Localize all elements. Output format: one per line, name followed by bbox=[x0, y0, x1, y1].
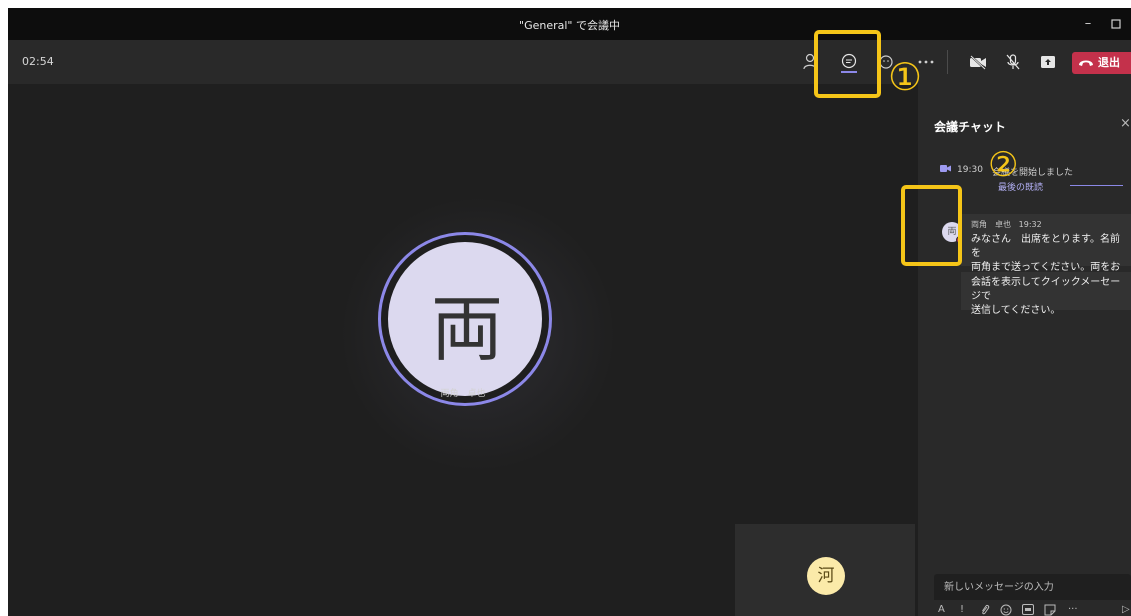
message-avatar-highlight bbox=[901, 185, 962, 266]
chat-message-continued[interactable]: 会話を表示してクイックメーセージで 送信してください。 bbox=[961, 272, 1131, 316]
self-video-tile[interactable]: 河 bbox=[735, 524, 915, 616]
message-time: 19:32 bbox=[1018, 220, 1042, 229]
minimize-button[interactable]: – bbox=[1078, 14, 1098, 34]
close-icon[interactable]: × bbox=[1120, 116, 1131, 131]
compose-toolbar: A ! ··· ▷ bbox=[938, 604, 1131, 616]
participant-avatar-initial: 両 bbox=[430, 287, 503, 371]
speaker-ring: 両 bbox=[378, 232, 552, 406]
camera-off-icon[interactable] bbox=[966, 50, 990, 74]
meeting-toolbar: 02:54 退出 bbox=[8, 40, 1131, 84]
chat-panel-title: 会議チャット bbox=[934, 120, 1006, 134]
share-screen-icon[interactable] bbox=[1036, 50, 1060, 74]
participant-name: 両角 卓也 bbox=[440, 389, 486, 399]
leave-button[interactable]: 退出 bbox=[1072, 52, 1131, 74]
message-input[interactable] bbox=[934, 574, 1131, 600]
message-sender: 両角 卓也 bbox=[971, 220, 1011, 229]
annotation-marker-1: ① bbox=[888, 55, 923, 99]
chat-button-highlight bbox=[814, 30, 881, 98]
video-stage: 両 両角 卓也 河 bbox=[8, 84, 918, 616]
meeting-chat-panel: 会議チャット × 19:30 会議を開始しました 最後の既読 両 両角 卓也 1… bbox=[918, 84, 1131, 616]
message-line: 送信してください。 bbox=[971, 305, 1061, 316]
attach-icon[interactable] bbox=[980, 604, 990, 616]
message-line: みなさん 出席をとります。名前を bbox=[971, 234, 1120, 259]
important-icon[interactable]: ! bbox=[960, 604, 964, 616]
title-bar: "General" で会議中 – bbox=[8, 8, 1131, 40]
video-event-icon bbox=[940, 165, 951, 172]
last-read-line bbox=[1070, 185, 1123, 186]
maximize-button[interactable] bbox=[1106, 14, 1126, 34]
event-time: 19:30 bbox=[957, 165, 983, 175]
annotation-marker-2: ② bbox=[988, 145, 1019, 185]
leave-label: 退出 bbox=[1098, 56, 1120, 69]
message-line: 会話を表示してクイックメーセージで bbox=[971, 277, 1121, 302]
self-avatar: 河 bbox=[807, 557, 845, 595]
format-icon[interactable]: A bbox=[938, 604, 945, 616]
teams-meeting-window: "General" で会議中 – 02:54 退出 両 両角 卓也 河 会議チャ… bbox=[8, 8, 1131, 616]
hang-up-icon bbox=[1079, 60, 1093, 66]
compose-box bbox=[934, 574, 1131, 600]
window-title: "General" で会議中 bbox=[519, 19, 620, 32]
meeting-timer: 02:54 bbox=[22, 55, 54, 68]
send-icon[interactable]: ▷ bbox=[1122, 604, 1130, 616]
more-icon[interactable]: ··· bbox=[1068, 604, 1078, 616]
gif-icon[interactable] bbox=[1022, 604, 1034, 616]
message-meta: 両角 卓也 19:32 bbox=[971, 218, 1123, 232]
sticker-icon[interactable] bbox=[1044, 604, 1056, 616]
mic-off-icon[interactable] bbox=[1001, 50, 1025, 74]
toolbar-divider bbox=[947, 50, 948, 74]
emoji-icon[interactable] bbox=[1000, 604, 1012, 616]
participant-avatar[interactable]: 両 bbox=[386, 240, 544, 398]
chat-message[interactable]: 両角 卓也 19:32 みなさん 出席をとります。名前を 両角まで送ってください… bbox=[961, 214, 1131, 287]
